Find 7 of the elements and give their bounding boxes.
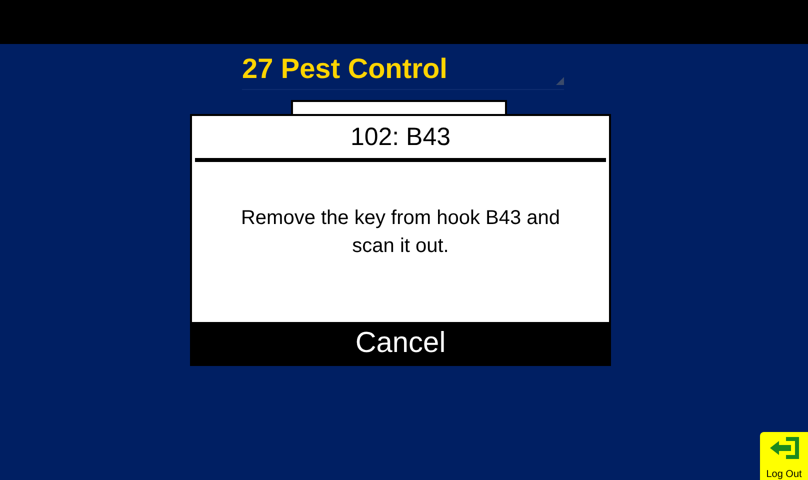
select-field[interactable] [291,100,507,114]
dropdown-triangle-icon [556,77,564,85]
title-dropdown[interactable]: 27 Pest Control [242,52,564,90]
cancel-button[interactable]: Cancel [192,322,609,364]
logout-button[interactable]: Log Out [760,432,808,480]
dialog-title: 102: B43 [349,122,452,153]
dialog-message: Remove the key from hook B43 and scan it out. [240,206,562,259]
